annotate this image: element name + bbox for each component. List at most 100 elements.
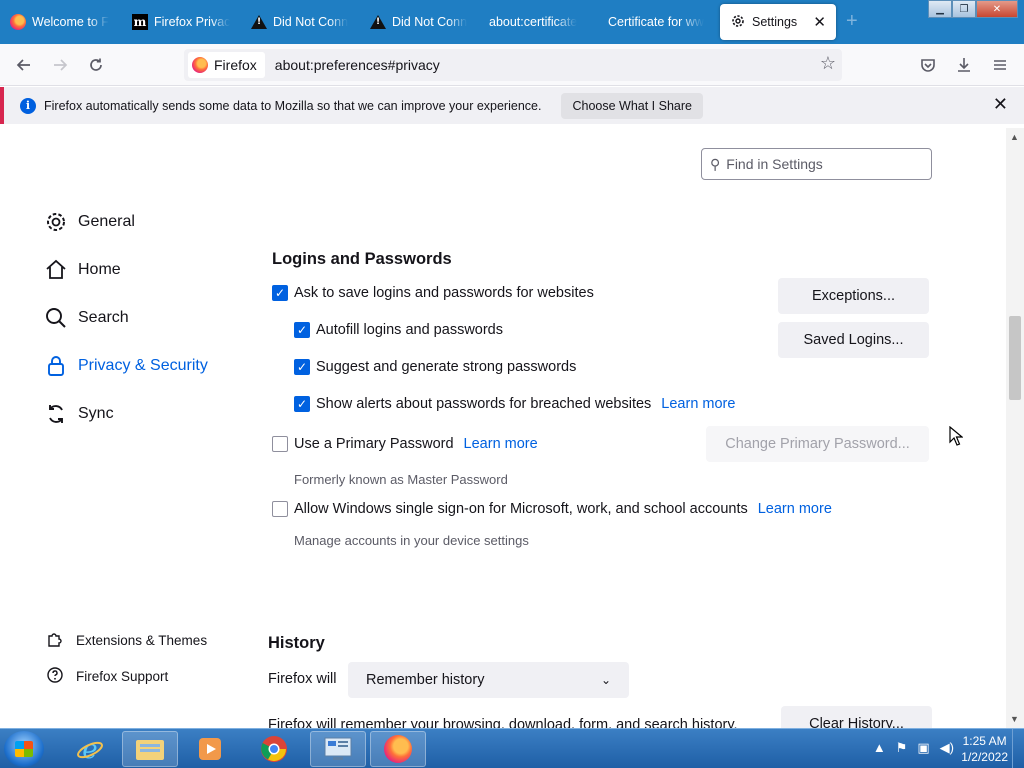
- search-input[interactable]: ⚲ Find in Settings: [701, 148, 932, 180]
- restore-button[interactable]: ❐: [952, 0, 976, 18]
- firefox-icon: [192, 57, 208, 73]
- suggest-passwords-checkbox[interactable]: ✓ Suggest and generate strong passwords: [294, 359, 576, 375]
- mozilla-m-icon: m: [132, 14, 148, 30]
- checkbox-unchecked-icon[interactable]: [272, 501, 288, 517]
- minimize-button[interactable]: ▁: [928, 0, 952, 18]
- tab-about-certificate[interactable]: about:certificate: [479, 4, 598, 40]
- page-scrollbar[interactable]: ▲ ▼: [1006, 128, 1024, 728]
- media-player-icon[interactable]: [182, 731, 238, 767]
- tab-firefox-privacy[interactable]: m Firefox Privac: [122, 4, 241, 40]
- tab-label: about:certificate: [489, 15, 578, 29]
- checkbox-label: Use a Primary Password: [294, 436, 454, 452]
- checkbox-label: Allow Windows single sign-on for Microso…: [294, 501, 748, 517]
- tab-settings[interactable]: Settings ✕: [720, 4, 836, 40]
- sync-icon: [44, 402, 68, 426]
- tab-did-not-connect-1[interactable]: Did Not Conn: [241, 4, 360, 40]
- checkbox-unchecked-icon[interactable]: [272, 436, 288, 452]
- identity-box[interactable]: Firefox: [188, 52, 265, 78]
- firefox-icon[interactable]: [370, 731, 426, 767]
- gear-icon: [730, 13, 746, 32]
- checkbox-checked-icon[interactable]: ✓: [294, 396, 310, 412]
- close-tab-icon[interactable]: ✕: [813, 13, 826, 31]
- autofill-logins-checkbox[interactable]: ✓ Autofill logins and passwords: [294, 322, 503, 338]
- scroll-up-icon[interactable]: ▲: [1010, 132, 1019, 142]
- url-text[interactable]: about:preferences#privacy: [275, 57, 440, 73]
- reload-icon[interactable]: [84, 53, 108, 77]
- action-center-flag-icon[interactable]: ⚑: [896, 740, 908, 756]
- svg-text:e: e: [82, 735, 97, 764]
- tab-did-not-connect-2[interactable]: Did Not Conn: [360, 4, 479, 40]
- chrome-icon[interactable]: [246, 731, 302, 767]
- control-panel-icon[interactable]: [310, 731, 366, 767]
- sidebar-item-label: Search: [78, 309, 129, 326]
- checkbox-label: Autofill logins and passwords: [316, 322, 503, 338]
- data-collection-notification: i Firefox automatically sends some data …: [0, 87, 1024, 124]
- learn-more-link[interactable]: Learn more: [758, 501, 832, 517]
- sidebar-item-privacy-security[interactable]: Privacy & Security: [44, 354, 208, 378]
- checkbox-checked-icon[interactable]: ✓: [272, 285, 288, 301]
- firefox-icon: [10, 14, 26, 30]
- warning-icon: [370, 15, 386, 29]
- history-description-text: Firefox will remember your browsing, dow…: [268, 717, 738, 728]
- tab-label: Certificate for ww: [608, 15, 704, 29]
- menu-hamburger-icon[interactable]: [988, 53, 1012, 77]
- primary-password-checkbox[interactable]: Use a Primary Password Learn more: [272, 436, 538, 452]
- tab-welcome[interactable]: Welcome to F: [0, 4, 122, 40]
- windows-sso-checkbox[interactable]: Allow Windows single sign-on for Microso…: [272, 501, 832, 517]
- show-desktop-button[interactable]: [1012, 729, 1024, 768]
- start-button[interactable]: [4, 731, 44, 767]
- change-primary-password-button[interactable]: Change Primary Password...: [706, 426, 929, 462]
- close-icon[interactable]: ✕: [993, 94, 1008, 115]
- exceptions-button[interactable]: Exceptions...: [778, 278, 929, 314]
- scroll-down-icon[interactable]: ▼: [1010, 714, 1019, 724]
- checkbox-checked-icon[interactable]: ✓: [294, 322, 310, 338]
- navigation-toolbar: Firefox about:preferences#privacy ☆: [0, 44, 1024, 86]
- learn-more-link[interactable]: Learn more: [661, 396, 735, 412]
- breach-alerts-checkbox[interactable]: ✓ Show alerts about passwords for breach…: [294, 396, 735, 412]
- pocket-icon[interactable]: [916, 53, 940, 77]
- show-hidden-icons-icon[interactable]: ▲: [873, 740, 886, 756]
- tab-label: Firefox Privac: [154, 15, 231, 29]
- sidebar-item-home[interactable]: Home: [44, 258, 121, 282]
- sidebar-item-label: Sync: [78, 405, 114, 422]
- chevron-down-icon: ⌄: [600, 673, 611, 687]
- file-explorer-icon[interactable]: [122, 731, 178, 767]
- tab-certificate-for[interactable]: Certificate for ww: [598, 4, 717, 40]
- mouse-cursor-icon: [949, 425, 964, 449]
- ask-save-logins-checkbox[interactable]: ✓ Ask to save logins and passwords for w…: [272, 285, 594, 301]
- history-will-label: Firefox will: [268, 671, 336, 687]
- clear-history-button[interactable]: Clear History...: [781, 706, 932, 728]
- checkbox-checked-icon[interactable]: ✓: [294, 359, 310, 375]
- choose-what-i-share-button[interactable]: Choose What I Share: [561, 92, 703, 119]
- learn-more-link[interactable]: Learn more: [464, 436, 538, 452]
- tab-label: Did Not Conn: [392, 15, 468, 29]
- bookmark-star-icon[interactable]: ☆: [820, 53, 836, 74]
- logins-section-title: Logins and Passwords: [272, 250, 452, 268]
- system-clock[interactable]: 1:25 AM 1/2/2022: [961, 733, 1008, 765]
- tab-label: Welcome to F: [32, 15, 109, 29]
- back-icon[interactable]: [12, 53, 36, 77]
- history-mode-select[interactable]: Remember history ⌄: [348, 662, 629, 698]
- info-icon: i: [20, 97, 36, 114]
- close-window-button[interactable]: ✕: [976, 0, 1018, 18]
- saved-logins-button[interactable]: Saved Logins...: [778, 322, 929, 358]
- sidebar-item-sync[interactable]: Sync: [44, 402, 114, 426]
- tab-label: Settings: [752, 15, 798, 29]
- history-section-title: History: [268, 634, 325, 652]
- new-tab-icon[interactable]: +: [846, 10, 858, 33]
- forward-icon[interactable]: [48, 53, 72, 77]
- address-bar[interactable]: Firefox about:preferences#privacy ☆: [184, 49, 842, 81]
- sidebar-item-search[interactable]: Search: [44, 306, 129, 330]
- history-mode-value: Remember history: [366, 672, 485, 688]
- volume-icon[interactable]: ◀): [940, 740, 954, 756]
- sidebar-item-label: Home: [78, 261, 121, 278]
- window-controls: ▁ ❐ ✕: [928, 0, 1018, 18]
- history-will-text: Firefox will: [268, 671, 337, 687]
- sidebar-item-extensions-themes[interactable]: Extensions & Themes: [46, 630, 207, 651]
- sidebar-item-firefox-support[interactable]: Firefox Support: [46, 666, 168, 687]
- scrollbar-thumb[interactable]: [1009, 316, 1021, 400]
- downloads-icon[interactable]: [952, 53, 976, 77]
- internet-explorer-icon[interactable]: e: [62, 731, 118, 767]
- sidebar-item-general[interactable]: General: [44, 210, 135, 234]
- network-icon[interactable]: ▣: [917, 740, 929, 756]
